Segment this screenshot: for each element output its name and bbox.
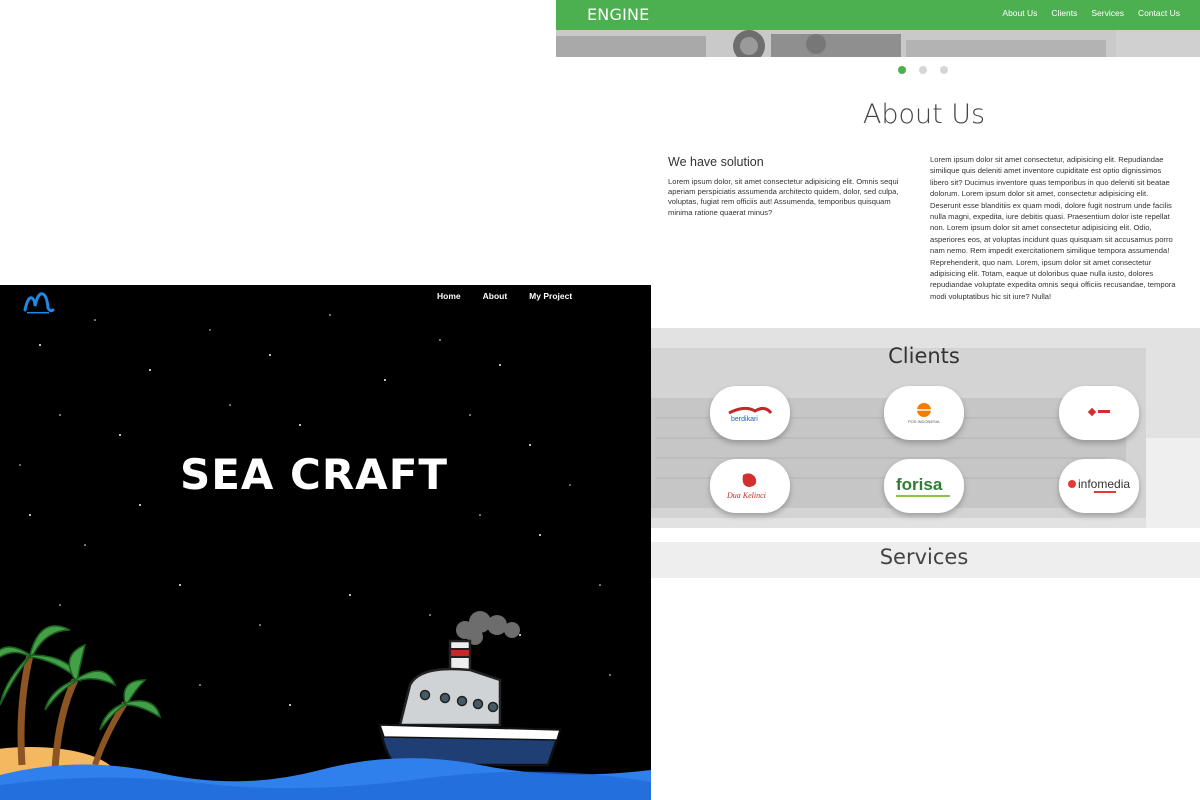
about-paragraph: Lorem ipsum dolor sit amet consectetur, …: [930, 155, 1176, 301]
hero-title: SEA CRAFT: [179, 450, 449, 499]
night-sky-scene: [0, 285, 651, 800]
clients-section: Clients berdikari POS INDONESIA Dua Keli…: [556, 328, 1200, 528]
svg-text:POS INDONESIA: POS INDONESIA: [908, 419, 940, 424]
seacraft-website: Home About My Project SEA CRAFT: [0, 285, 651, 800]
solution-heading: We have solution: [668, 155, 764, 169]
dua-kelinci-logo-icon: Dua Kelinci: [726, 473, 766, 500]
services-heading: Services: [879, 545, 969, 569]
nav-link-clients[interactable]: Clients: [1051, 8, 1077, 18]
nav-link-my-project[interactable]: My Project: [529, 291, 572, 301]
svg-text:Dua Kelinci: Dua Kelinci: [726, 491, 766, 500]
clients-heading: Clients: [888, 344, 960, 368]
carousel-indicators: [898, 66, 948, 74]
about-heading: About Us: [862, 99, 986, 130]
svg-text:infomedia: infomedia: [1078, 477, 1130, 491]
navbar: ENGINE About Us Clients Services Contact…: [556, 0, 1200, 30]
client-logo-forisa[interactable]: forisa: [884, 459, 964, 513]
svg-text:berdikari: berdikari: [731, 416, 758, 423]
indosat-logo-icon: [1087, 407, 1110, 417]
client-logo-dua-kelinci[interactable]: Dua Kelinci: [710, 459, 790, 513]
nav-link-about[interactable]: About: [483, 291, 508, 301]
screenshot-stage: ENGINE About Us Clients Services Contact…: [0, 0, 1200, 800]
carousel-dot-1[interactable]: [898, 66, 906, 74]
seacraft-nav: Home About My Project: [437, 291, 572, 301]
nav-link-home[interactable]: Home: [437, 291, 461, 301]
infomedia-logo-icon: infomedia: [1068, 477, 1130, 493]
hero-carousel-image: [556, 30, 1200, 57]
services-section: Services: [556, 542, 1200, 578]
carousel-dot-3[interactable]: [940, 66, 948, 74]
svg-text:forisa: forisa: [896, 475, 943, 494]
nav-link-services[interactable]: Services: [1091, 8, 1124, 18]
solution-paragraph: Lorem ipsum dolor, sit amet consectetur …: [668, 177, 899, 217]
brand-logo[interactable]: ENGINE: [587, 5, 649, 24]
nav-link-contact[interactable]: Contact Us: [1138, 8, 1180, 18]
nav-link-about[interactable]: About Us: [1002, 8, 1037, 18]
carousel-dot-2[interactable]: [919, 66, 927, 74]
client-logo-berdikari[interactable]: berdikari: [710, 386, 790, 440]
engine-photo-icon: [556, 30, 1200, 57]
client-logo-indosat[interactable]: [1059, 386, 1139, 440]
engine-website: ENGINE About Us Clients Services Contact…: [556, 0, 1200, 578]
client-logo-pos-indonesia[interactable]: POS INDONESIA: [884, 386, 964, 440]
forisa-logo-icon: forisa: [896, 475, 950, 497]
wave-logo-icon[interactable]: [22, 290, 56, 316]
nav-menu: About Us Clients Services Contact Us: [1002, 8, 1180, 18]
berdikari-logo-icon: berdikari: [728, 406, 773, 423]
pos-indonesia-logo-icon: POS INDONESIA: [908, 403, 940, 424]
client-logo-infomedia[interactable]: infomedia: [1059, 459, 1139, 513]
